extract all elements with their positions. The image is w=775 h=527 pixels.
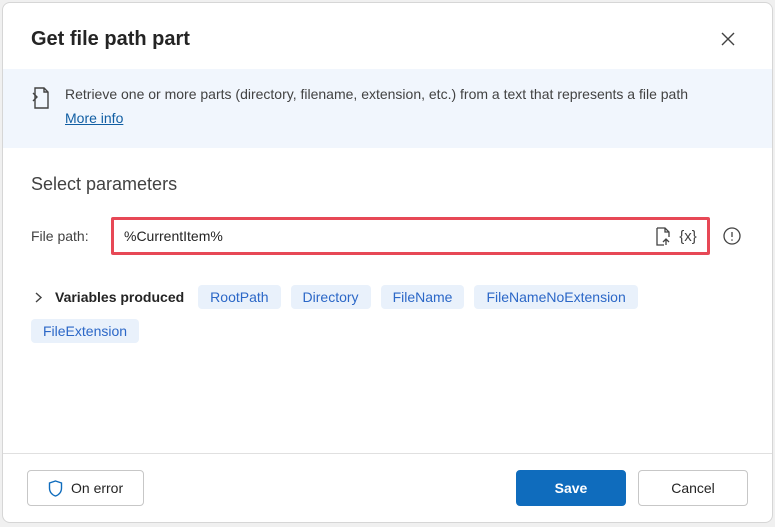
on-error-label: On error — [71, 480, 123, 496]
variables-produced-label: Variables produced — [55, 289, 184, 305]
dialog-title: Get file path part — [31, 28, 190, 51]
file-path-row: File path: {x} — [31, 217, 744, 255]
cancel-button[interactable]: Cancel — [638, 470, 748, 506]
info-banner: Retrieve one or more parts (directory, f… — [3, 69, 772, 148]
save-label: Save — [555, 480, 588, 496]
close-icon — [721, 32, 735, 46]
dialog-body: Select parameters File path: {x} — [3, 148, 772, 453]
file-path-input-wrap: {x} — [111, 217, 710, 255]
file-path-input[interactable] — [124, 228, 647, 244]
more-info-link[interactable]: More info — [65, 109, 123, 129]
close-button[interactable] — [712, 23, 744, 55]
dialog: Get file path part Retrieve one or more … — [2, 2, 773, 523]
variable-picker-icon[interactable]: {x} — [677, 225, 699, 247]
file-icon — [31, 87, 51, 114]
dialog-description: Retrieve one or more parts (directory, f… — [65, 86, 688, 102]
chevron-right-icon[interactable] — [31, 290, 45, 304]
variables-produced-row: Variables produced RootPath Directory Fi… — [31, 285, 744, 343]
info-text: Retrieve one or more parts (directory, f… — [65, 85, 688, 128]
file-picker-icon[interactable] — [651, 225, 673, 247]
help-icon[interactable] — [720, 224, 744, 248]
dialog-header: Get file path part — [3, 3, 772, 69]
section-title: Select parameters — [31, 174, 744, 195]
chip-filenamenoext[interactable]: FileNameNoExtension — [474, 285, 637, 309]
chip-rootpath[interactable]: RootPath — [198, 285, 280, 309]
file-path-label: File path: — [31, 228, 101, 244]
cancel-label: Cancel — [671, 480, 715, 496]
chip-directory[interactable]: Directory — [291, 285, 371, 309]
footer-right: Save Cancel — [516, 470, 748, 506]
shield-icon — [48, 480, 63, 497]
save-button[interactable]: Save — [516, 470, 626, 506]
chip-fileextension[interactable]: FileExtension — [31, 319, 139, 343]
on-error-button[interactable]: On error — [27, 470, 144, 506]
dialog-footer: On error Save Cancel — [3, 453, 772, 522]
chip-filename[interactable]: FileName — [381, 285, 465, 309]
